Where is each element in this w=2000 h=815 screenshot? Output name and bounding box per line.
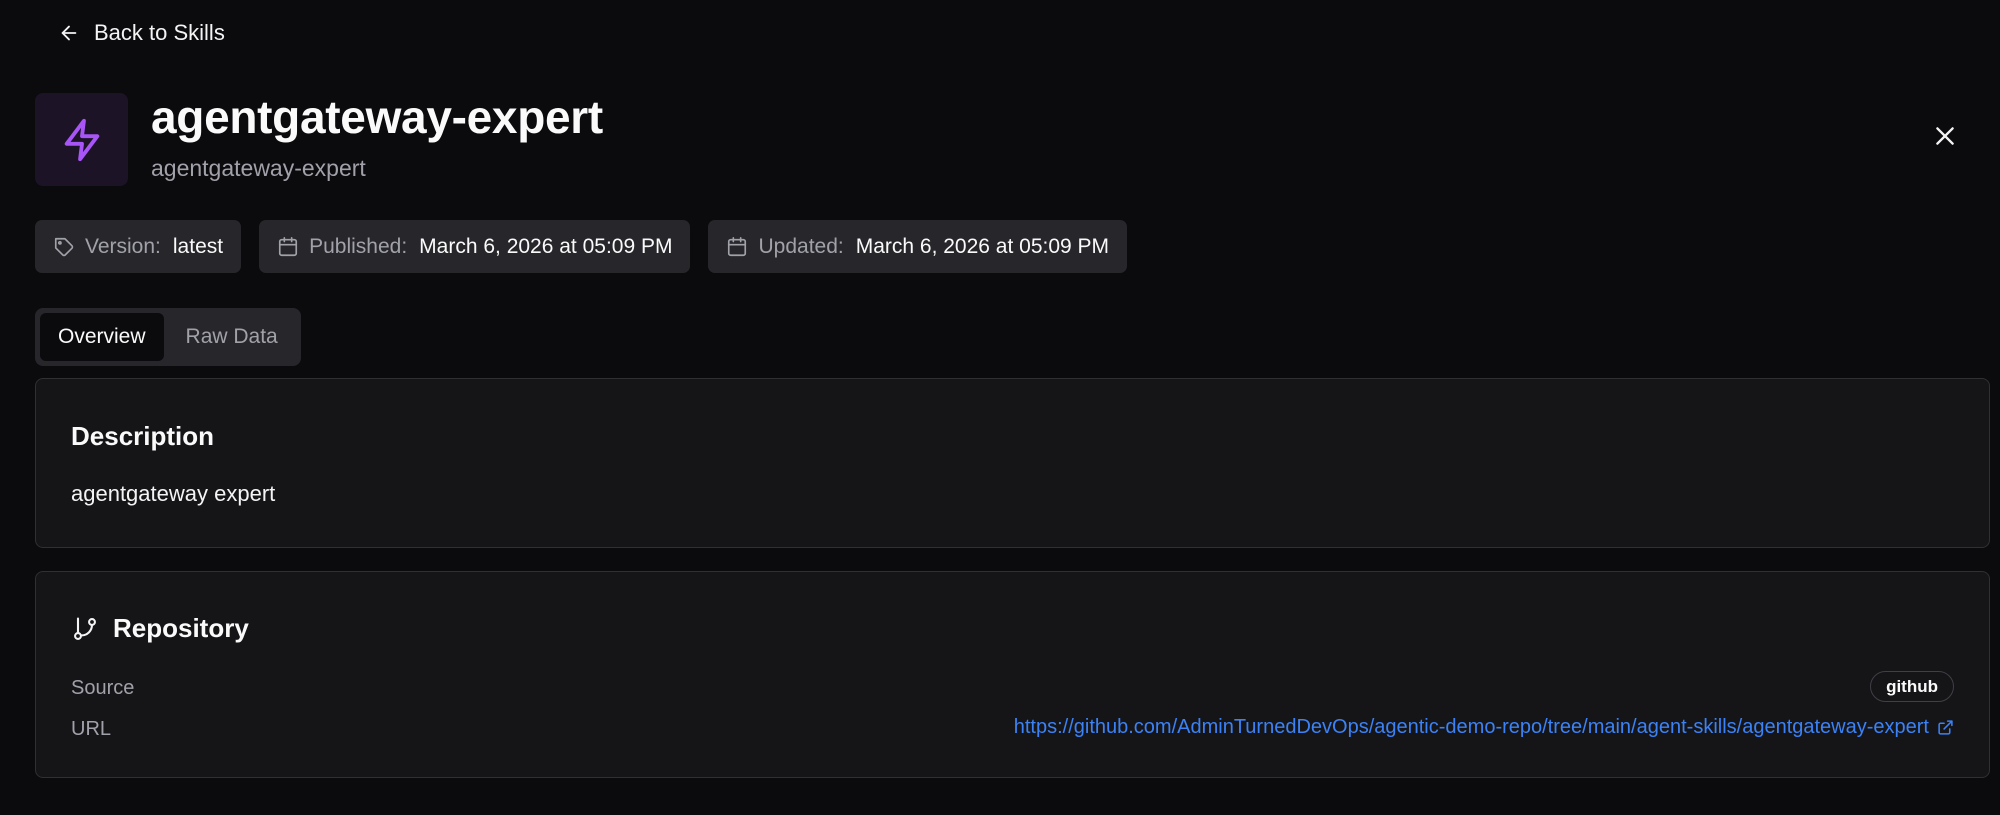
version-chip: Version: latest <box>35 220 242 273</box>
skill-header: agentgateway-expert agentgateway-expert <box>35 91 603 186</box>
tab-bar: Overview Raw Data <box>35 308 301 366</box>
page-subtitle: agentgateway-expert <box>151 154 366 181</box>
repository-url-text: https://github.com/AdminTurnedDevOps/age… <box>1013 716 1929 738</box>
tag-icon <box>54 237 74 256</box>
arrow-left-icon <box>61 25 77 41</box>
published-label: Published: <box>309 234 408 258</box>
published-value: March 6, 2026 at 05:09 PM <box>419 234 673 258</box>
repository-url-link[interactable]: https://github.com/AdminTurnedDevOps/age… <box>1014 716 1954 739</box>
version-value: latest <box>172 234 224 258</box>
updated-label: Updated: <box>758 234 844 258</box>
skill-logo <box>35 93 128 186</box>
skill-detail-page: Back to Skills agentgateway-expert agent… <box>0 0 2000 815</box>
calendar-icon <box>279 236 298 256</box>
git-branch-icon <box>74 616 96 640</box>
repository-heading: Repository <box>113 613 249 643</box>
page-title: agentgateway-expert <box>151 91 603 143</box>
back-link-label: Back to Skills <box>94 20 225 45</box>
tab-overview[interactable]: Overview <box>40 313 164 361</box>
close-icon <box>1936 127 1954 145</box>
description-heading: Description <box>71 421 215 451</box>
url-label: URL <box>71 718 112 740</box>
calendar-icon <box>728 236 747 256</box>
description-card: Description agentgateway expert <box>35 378 1990 548</box>
updated-chip: Updated: March 6, 2026 at 05:09 PM <box>708 220 1128 273</box>
external-link-icon <box>1938 720 1953 735</box>
close-button[interactable] <box>1930 121 1960 151</box>
published-chip: Published: March 6, 2026 at 05:09 PM <box>259 220 691 273</box>
description-text: agentgateway expert <box>71 481 276 506</box>
source-label: Source <box>71 677 135 699</box>
updated-value: March 6, 2026 at 05:09 PM <box>855 234 1110 258</box>
source-badge: github <box>1870 671 1954 702</box>
tab-raw-data[interactable]: Raw Data <box>168 313 296 361</box>
version-label: Version: <box>85 234 161 258</box>
lightning-bolt-icon <box>64 118 99 161</box>
repository-card: Repository Source github URL https://git… <box>35 571 1990 778</box>
meta-chips: Version: latest Published: March 6, 2026… <box>35 220 1128 273</box>
back-to-skills-link[interactable]: Back to Skills <box>58 20 225 46</box>
